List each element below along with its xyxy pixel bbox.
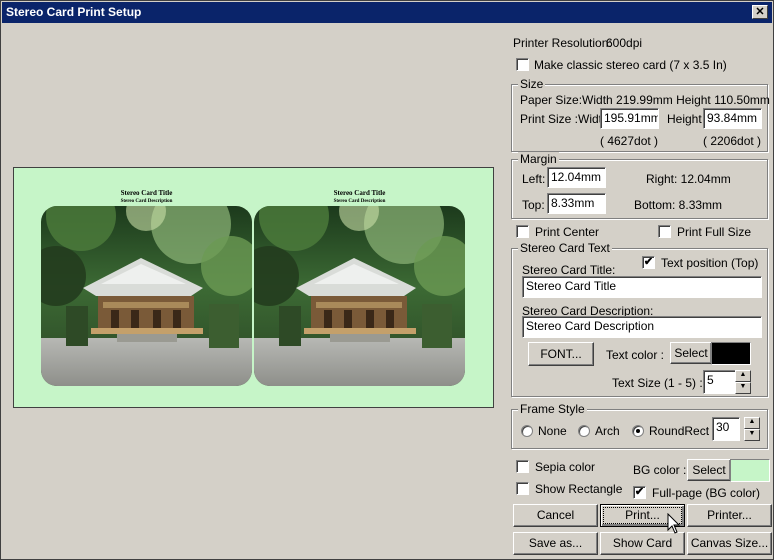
font-button[interactable]: FONT... [528, 342, 594, 366]
left-card-description: Stereo Card Description [120, 199, 173, 204]
size-legend: Size [518, 77, 546, 91]
classic-card-checkbox[interactable] [516, 58, 529, 71]
save-as-button[interactable]: Save as... [513, 532, 598, 555]
frame-none-label: None [538, 424, 567, 438]
spin-down-icon[interactable]: ▼ [744, 429, 760, 441]
close-button[interactable]: ✕ [752, 5, 768, 19]
card-title-input[interactable]: Stereo Card Title [522, 276, 762, 298]
margin-top-input[interactable]: 8.33mm [547, 193, 606, 214]
print-size-width-label: Print Size :Width [520, 112, 609, 126]
right-stereo-image [254, 206, 465, 386]
left-card-title: Stereo Card Title [120, 189, 173, 197]
margin-legend: Margin [518, 152, 559, 166]
title-bar: Stereo Card Print Setup ✕ [2, 2, 772, 23]
show-rectangle-label: Show Rectangle [535, 482, 623, 496]
text-size-label: Text Size (1 - 5) : [612, 376, 703, 390]
stereo-card-preview: Stereo Card Title Stereo Card Descriptio… [13, 167, 494, 408]
bg-color-label: BG color : [633, 463, 687, 477]
frame-roundrect-label: RoundRect [649, 424, 710, 438]
text-position-label: Text position (Top) [661, 256, 759, 270]
mouse-pointer-icon [667, 513, 681, 534]
left-photo-svg [41, 206, 252, 386]
show-card-button[interactable]: Show Card [600, 532, 685, 555]
left-stereo-image [41, 206, 252, 386]
stereo-card-text-legend: Stereo Card Text [518, 241, 612, 255]
full-page-label: Full-page (BG color) [652, 486, 761, 500]
radio-selected-dot [636, 429, 640, 433]
text-color-select-button[interactable]: Select [670, 342, 712, 364]
text-size-spinner[interactable]: ▲ ▼ [735, 370, 751, 394]
print-center-checkbox[interactable] [516, 225, 529, 238]
margin-bottom-text: Bottom: 8.33mm [634, 198, 723, 212]
print-height-label: Height [667, 112, 702, 126]
frame-arch-radio[interactable] [578, 425, 590, 437]
printer-resolution-value: 600dpi [606, 36, 643, 50]
frame-style-legend: Frame Style [518, 402, 587, 416]
frame-roundrect-radio[interactable] [632, 425, 644, 437]
right-card-title: Stereo Card Title [333, 189, 386, 197]
print-center-label: Print Center [535, 225, 600, 239]
print-width-input[interactable]: 195.91mm [600, 108, 659, 129]
canvas-size-button[interactable]: Canvas Size... [687, 532, 772, 555]
bg-color-select-button[interactable]: Select [687, 459, 731, 481]
printer-button[interactable]: Printer... [687, 504, 772, 527]
window-title: Stereo Card Print Setup [6, 5, 142, 19]
show-rectangle-checkbox[interactable] [516, 482, 529, 495]
paper-size-text: Paper Size:Width 219.99mm Height 110.50m… [520, 93, 770, 107]
printer-resolution-label: Printer Resolution: [513, 36, 612, 50]
frame-arch-label: Arch [595, 424, 620, 438]
classic-card-label: Make classic stereo card (7 x 3.5 In) [534, 58, 727, 72]
frame-radius-input[interactable]: 30 [712, 417, 740, 441]
height-dots-text: ( 2206dot ) [703, 134, 762, 148]
frame-radius-spinner[interactable]: ▲ ▼ [744, 417, 760, 441]
sepia-checkbox[interactable] [516, 460, 529, 473]
cancel-button[interactable]: Cancel [513, 504, 598, 527]
margin-top-label: Top: [522, 198, 545, 212]
text-color-swatch[interactable] [711, 342, 751, 365]
print-height-input[interactable]: 93.84mm [703, 108, 762, 129]
bg-color-swatch[interactable] [730, 459, 770, 482]
card-description-input[interactable]: Stereo Card Description [522, 316, 762, 338]
right-card-description: Stereo Card Description [333, 199, 386, 204]
print-full-size-checkbox[interactable] [658, 225, 671, 238]
card-title-label: Stereo Card Title: [522, 263, 616, 277]
spin-up-icon[interactable]: ▲ [744, 417, 760, 429]
spin-down-icon[interactable]: ▼ [735, 382, 751, 394]
text-size-input[interactable]: 5 [703, 370, 737, 394]
print-full-size-label: Print Full Size [677, 225, 752, 239]
sepia-label: Sepia color [535, 460, 596, 474]
margin-left-input[interactable]: 12.04mm [547, 167, 606, 188]
full-page-checkbox[interactable]: ✔ [633, 486, 646, 499]
spin-up-icon[interactable]: ▲ [735, 370, 751, 382]
print-setup-window: Stereo Card Print Setup ✕ Stereo Card Ti… [0, 0, 774, 560]
right-photo-svg [254, 206, 465, 386]
margin-right-text: Right: 12.04mm [646, 172, 731, 186]
frame-none-radio[interactable] [521, 425, 533, 437]
text-position-checkbox[interactable]: ✔ [642, 256, 655, 269]
text-color-label: Text color : [606, 348, 665, 362]
margin-left-label: Left: [522, 172, 546, 186]
width-dots-text: ( 4627dot ) [600, 134, 659, 148]
